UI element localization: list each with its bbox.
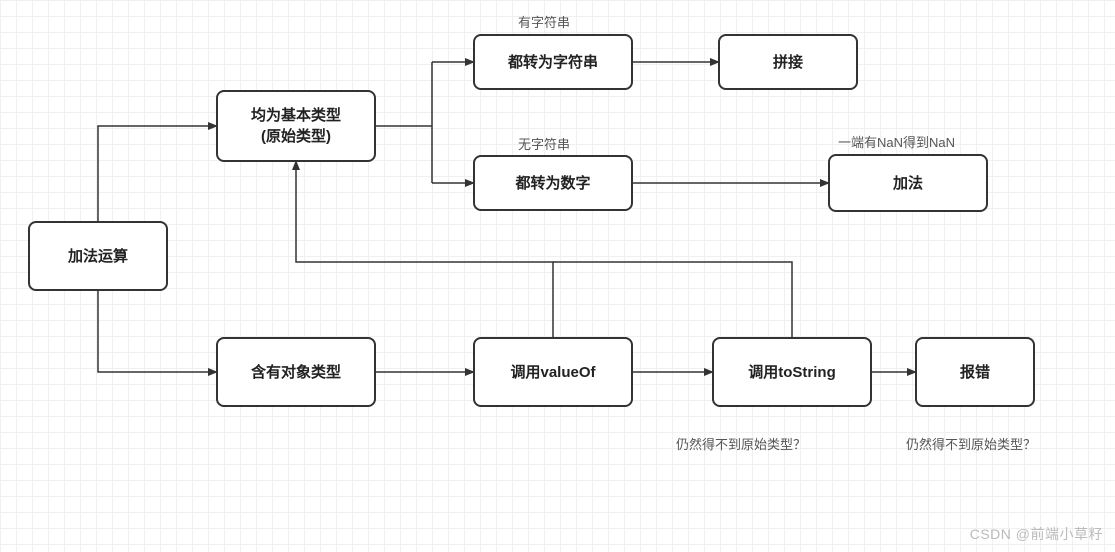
label-nostr: 无字符串 — [518, 134, 570, 153]
node-tostr-text: 都转为字符串 — [508, 52, 598, 73]
label-hasstr: 有字符串 — [518, 12, 570, 31]
node-concat-text: 拼接 — [773, 52, 803, 73]
node-tonum-text: 都转为数字 — [515, 173, 590, 194]
node-error: 报错 — [915, 337, 1035, 407]
label-q2: 仍然得不到原始类型？ — [906, 434, 1036, 453]
node-tostring-text: 调用toString — [748, 362, 836, 383]
node-valueof-text: 调用valueOf — [510, 362, 595, 383]
label-nan: 一端有NaN得到NaN — [838, 132, 955, 151]
label-q1: 仍然得不到原始类型？ — [676, 434, 806, 453]
node-valueof: 调用valueOf — [473, 337, 633, 407]
node-tonum: 都转为数字 — [473, 155, 633, 211]
node-add-text: 加法 — [893, 173, 923, 194]
node-add: 加法 — [828, 154, 988, 212]
node-error-text: 报错 — [960, 362, 990, 383]
watermark: CSDN @前端小草籽 — [970, 524, 1103, 544]
node-concat: 拼接 — [718, 34, 858, 90]
node-primitive-text: 均为基本类型 (原始类型) — [251, 105, 341, 147]
node-tostr: 都转为字符串 — [473, 34, 633, 90]
node-object-text: 含有对象类型 — [251, 362, 341, 383]
node-object: 含有对象类型 — [216, 337, 376, 407]
node-primitive: 均为基本类型 (原始类型) — [216, 90, 376, 162]
node-start: 加法运算 — [28, 221, 168, 291]
node-start-text: 加法运算 — [68, 246, 128, 267]
node-tostring: 调用toString — [712, 337, 872, 407]
